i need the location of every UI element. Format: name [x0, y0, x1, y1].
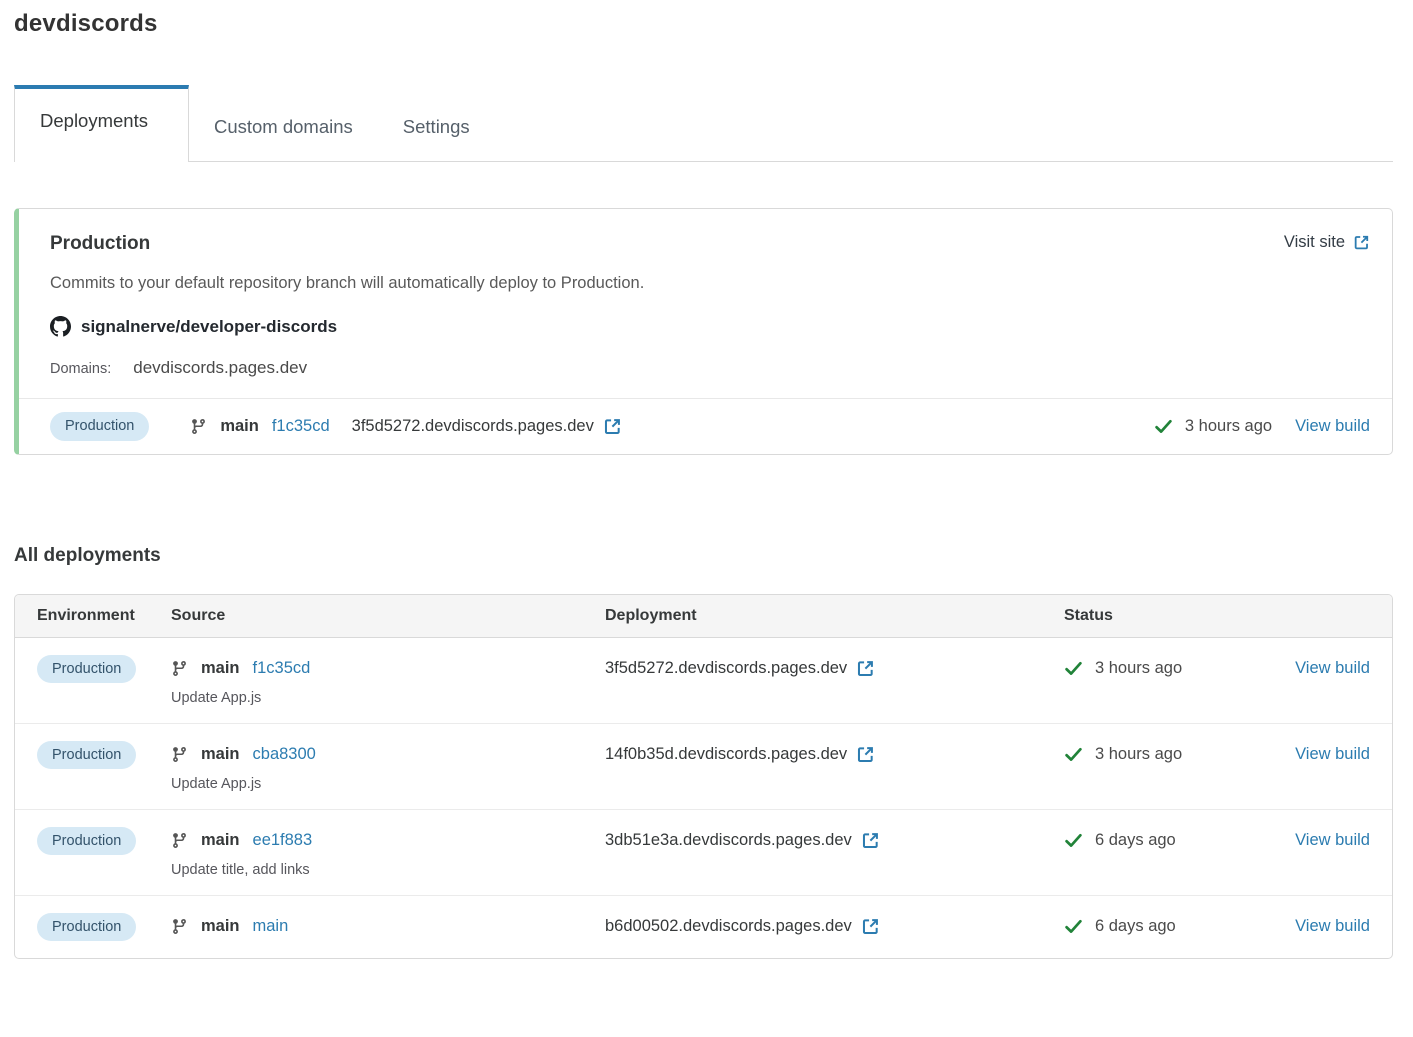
column-header-status: Status — [1064, 607, 1260, 625]
view-build-link[interactable]: View build — [1295, 745, 1370, 764]
tab-settings[interactable]: Settings — [378, 92, 495, 161]
branch-name: main — [201, 745, 240, 764]
success-check-icon — [1154, 417, 1173, 436]
production-deployment-row: Production main f1c35cd 3f5d5272.devdisc… — [19, 398, 1392, 454]
success-check-icon — [1064, 745, 1083, 764]
table-row: Production main cba8300 Update App.js 14… — [15, 724, 1392, 810]
tab-deployments[interactable]: Deployments — [14, 85, 189, 162]
branch-name: main — [220, 417, 259, 436]
visit-site-link[interactable]: Visit site — [1284, 233, 1370, 252]
deployment-url-link[interactable]: 3f5d5272.devdiscords.pages.dev — [352, 417, 622, 436]
branch-name: main — [201, 917, 240, 936]
column-header-source: Source — [171, 607, 605, 625]
external-link-icon — [1353, 234, 1370, 251]
status-time: 3 hours ago — [1095, 659, 1182, 678]
commit-message: Update App.js — [171, 776, 605, 792]
status-time: 6 days ago — [1095, 917, 1176, 936]
column-header-deployment: Deployment — [605, 607, 1064, 625]
status-time: 3 hours ago — [1095, 745, 1182, 764]
status-time: 6 days ago — [1095, 831, 1176, 850]
success-check-icon — [1064, 659, 1083, 678]
external-link-icon — [856, 659, 875, 678]
production-card-description: Commits to your default repository branc… — [50, 274, 1370, 293]
git-branch-icon — [190, 418, 207, 435]
commit-message: Update title, add links — [171, 862, 605, 878]
domains-value: devdiscords.pages.dev — [133, 358, 307, 378]
commit-link[interactable]: f1c35cd — [253, 659, 311, 678]
production-card-title: Production — [50, 233, 150, 255]
view-build-link[interactable]: View build — [1295, 659, 1370, 678]
environment-badge: Production — [37, 827, 136, 856]
deployment-url: 3f5d5272.devdiscords.pages.dev — [605, 659, 847, 678]
deployments-table: Environment Source Deployment Status Pro… — [14, 594, 1393, 960]
deployment-url: b6d00502.devdiscords.pages.dev — [605, 917, 852, 936]
view-build-link[interactable]: View build — [1295, 917, 1370, 936]
branch-name: main — [201, 831, 240, 850]
deployment-url: 3db51e3a.devdiscords.pages.dev — [605, 831, 852, 850]
git-branch-icon — [171, 660, 188, 677]
table-header-row: Environment Source Deployment Status — [15, 595, 1392, 638]
external-link-icon — [856, 745, 875, 764]
branch-name: main — [201, 659, 240, 678]
view-build-link[interactable]: View build — [1295, 417, 1370, 436]
success-check-icon — [1064, 831, 1083, 850]
github-icon — [50, 316, 71, 337]
repo-name: signalnerve/developer-discords — [81, 317, 337, 337]
environment-badge: Production — [37, 741, 136, 770]
tab-bar: Deployments Custom domains Settings — [14, 85, 1393, 162]
commit-link[interactable]: main — [253, 917, 289, 936]
external-link-icon — [603, 417, 622, 436]
table-row: Production main main b6d00502.devdiscord… — [15, 896, 1392, 959]
git-branch-icon — [171, 918, 188, 935]
commit-link[interactable]: f1c35cd — [272, 417, 330, 436]
commit-link[interactable]: cba8300 — [253, 745, 316, 764]
environment-badge: Production — [50, 412, 149, 441]
status-time: 3 hours ago — [1185, 417, 1272, 436]
deployment-url-link[interactable]: b6d00502.devdiscords.pages.dev — [605, 917, 880, 936]
deployment-url-link[interactable]: 3db51e3a.devdiscords.pages.dev — [605, 831, 880, 850]
domains-label: Domains: — [50, 361, 111, 377]
visit-site-label: Visit site — [1284, 233, 1345, 252]
external-link-icon — [861, 917, 880, 936]
tab-custom-domains[interactable]: Custom domains — [189, 92, 378, 161]
deployment-url: 3f5d5272.devdiscords.pages.dev — [352, 417, 594, 436]
environment-badge: Production — [37, 913, 136, 942]
deployment-url-link[interactable]: 14f0b35d.devdiscords.pages.dev — [605, 745, 875, 764]
success-check-icon — [1064, 917, 1083, 936]
table-row: Production main f1c35cd Update App.js 3f… — [15, 638, 1392, 724]
column-header-environment: Environment — [37, 607, 171, 625]
external-link-icon — [861, 831, 880, 850]
production-card: Production Visit site Commits to your de… — [14, 208, 1393, 455]
git-branch-icon — [171, 746, 188, 763]
environment-badge: Production — [37, 655, 136, 684]
commit-link[interactable]: ee1f883 — [253, 831, 313, 850]
page-title: devdiscords — [14, 10, 1393, 38]
commit-message: Update App.js — [171, 690, 605, 706]
view-build-link[interactable]: View build — [1295, 831, 1370, 850]
deployment-url: 14f0b35d.devdiscords.pages.dev — [605, 745, 847, 764]
deployment-url-link[interactable]: 3f5d5272.devdiscords.pages.dev — [605, 659, 875, 678]
all-deployments-title: All deployments — [14, 545, 1393, 567]
table-row: Production main ee1f883 Update title, ad… — [15, 810, 1392, 896]
git-branch-icon — [171, 832, 188, 849]
